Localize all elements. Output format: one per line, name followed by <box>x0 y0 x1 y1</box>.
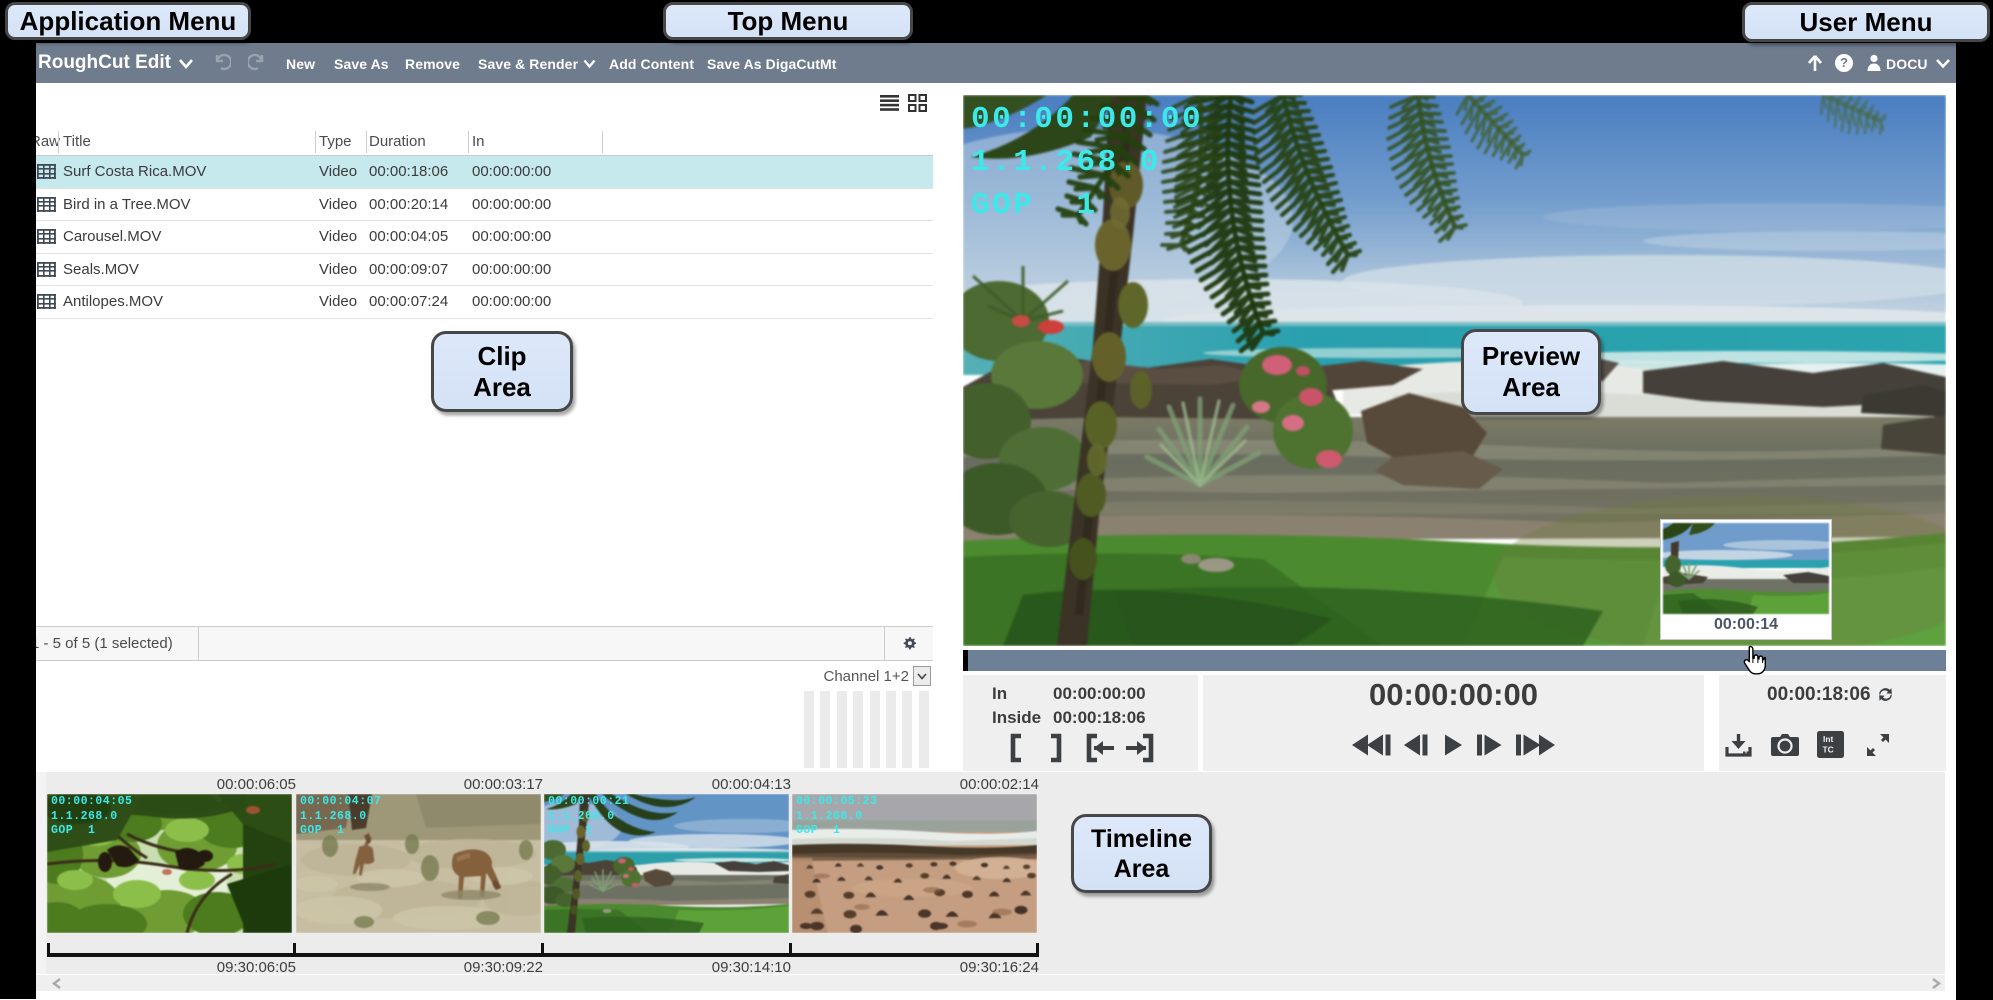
svg-text:TC: TC <box>1823 745 1834 755</box>
svg-text:Int: Int <box>1823 734 1833 744</box>
